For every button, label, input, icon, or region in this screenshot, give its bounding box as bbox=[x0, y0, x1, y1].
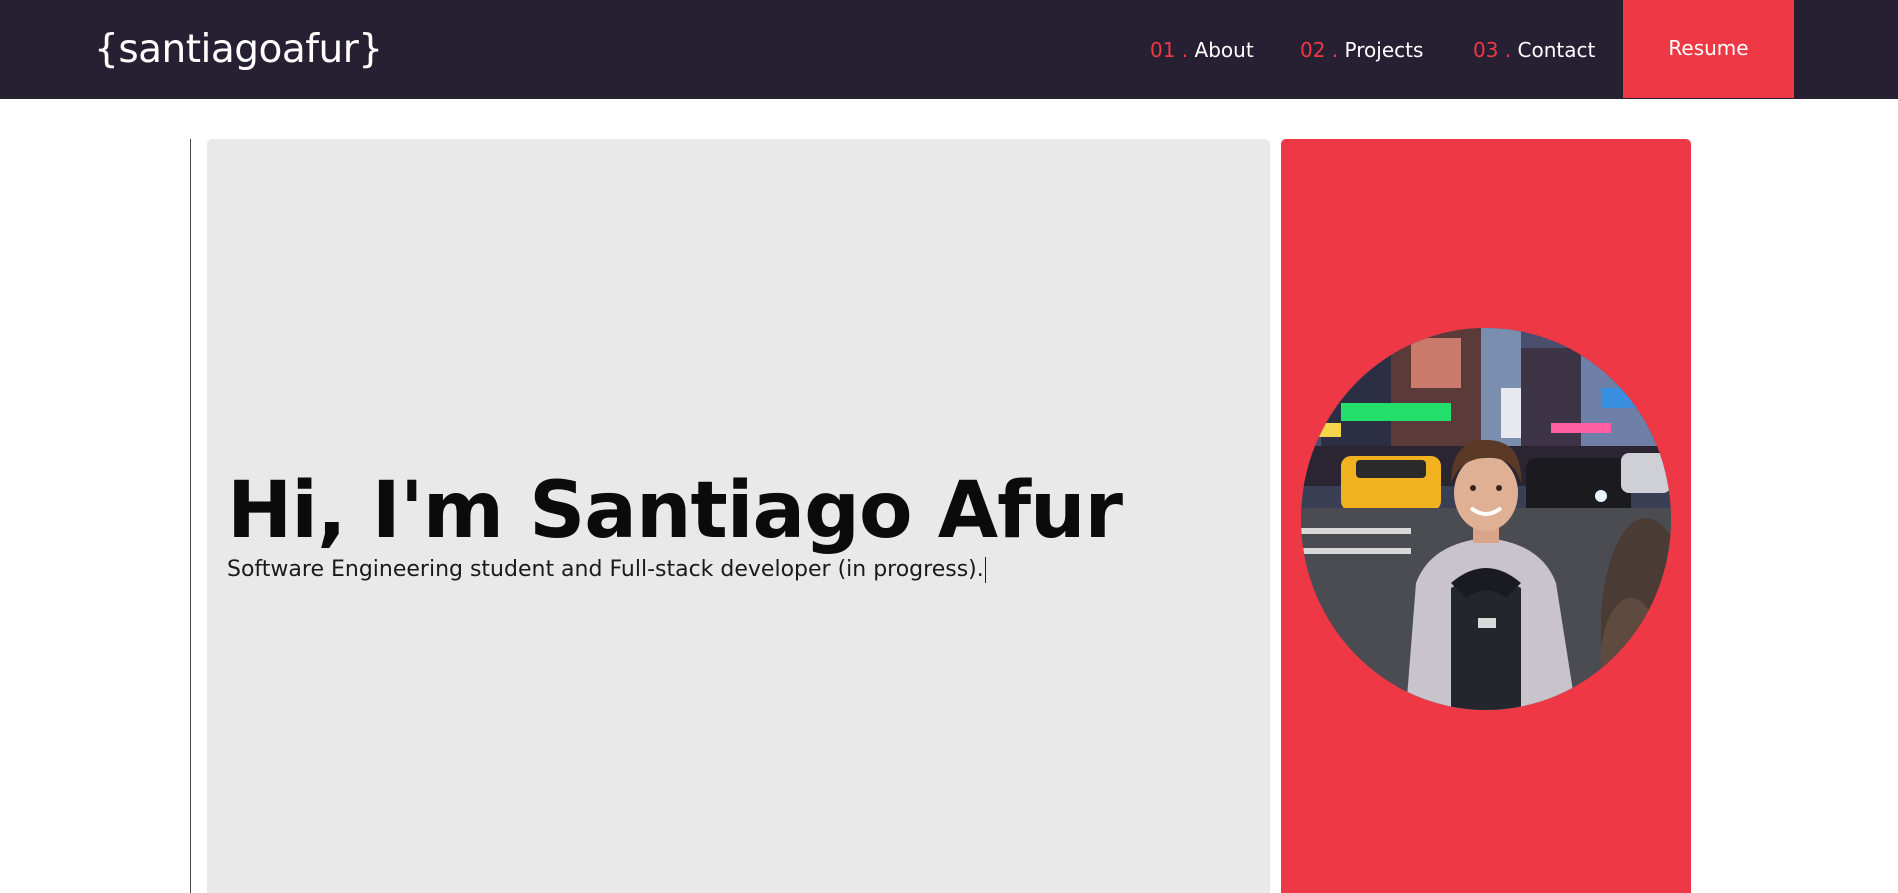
left-divider-line bbox=[190, 139, 191, 893]
nav-number: 02 . bbox=[1300, 38, 1339, 62]
top-navbar: {santiagoafur} 01 . About 02 . Projects … bbox=[0, 0, 1898, 99]
nav-link-contact[interactable]: 03 . Contact bbox=[1473, 38, 1595, 62]
profile-photo bbox=[1301, 328, 1671, 710]
nav-label: Contact bbox=[1517, 38, 1596, 62]
nav-link-about[interactable]: 01 . About bbox=[1150, 38, 1254, 62]
resume-button[interactable]: Resume bbox=[1623, 0, 1794, 98]
hero-title: Hi, I'm Santiago Afur bbox=[227, 466, 1123, 556]
nav-label: Projects bbox=[1344, 38, 1424, 62]
site-logo[interactable]: {santiagoafur} bbox=[94, 26, 383, 74]
hero-subtitle-text: Software Engineering student and Full-st… bbox=[227, 557, 984, 582]
nav-number: 03 . bbox=[1473, 38, 1512, 62]
hero-subtitle: Software Engineering student and Full-st… bbox=[227, 556, 986, 584]
nav-label: About bbox=[1194, 38, 1254, 62]
nav-number: 01 . bbox=[1150, 38, 1189, 62]
typing-caret bbox=[984, 557, 986, 583]
nav-link-projects[interactable]: 02 . Projects bbox=[1300, 38, 1423, 62]
